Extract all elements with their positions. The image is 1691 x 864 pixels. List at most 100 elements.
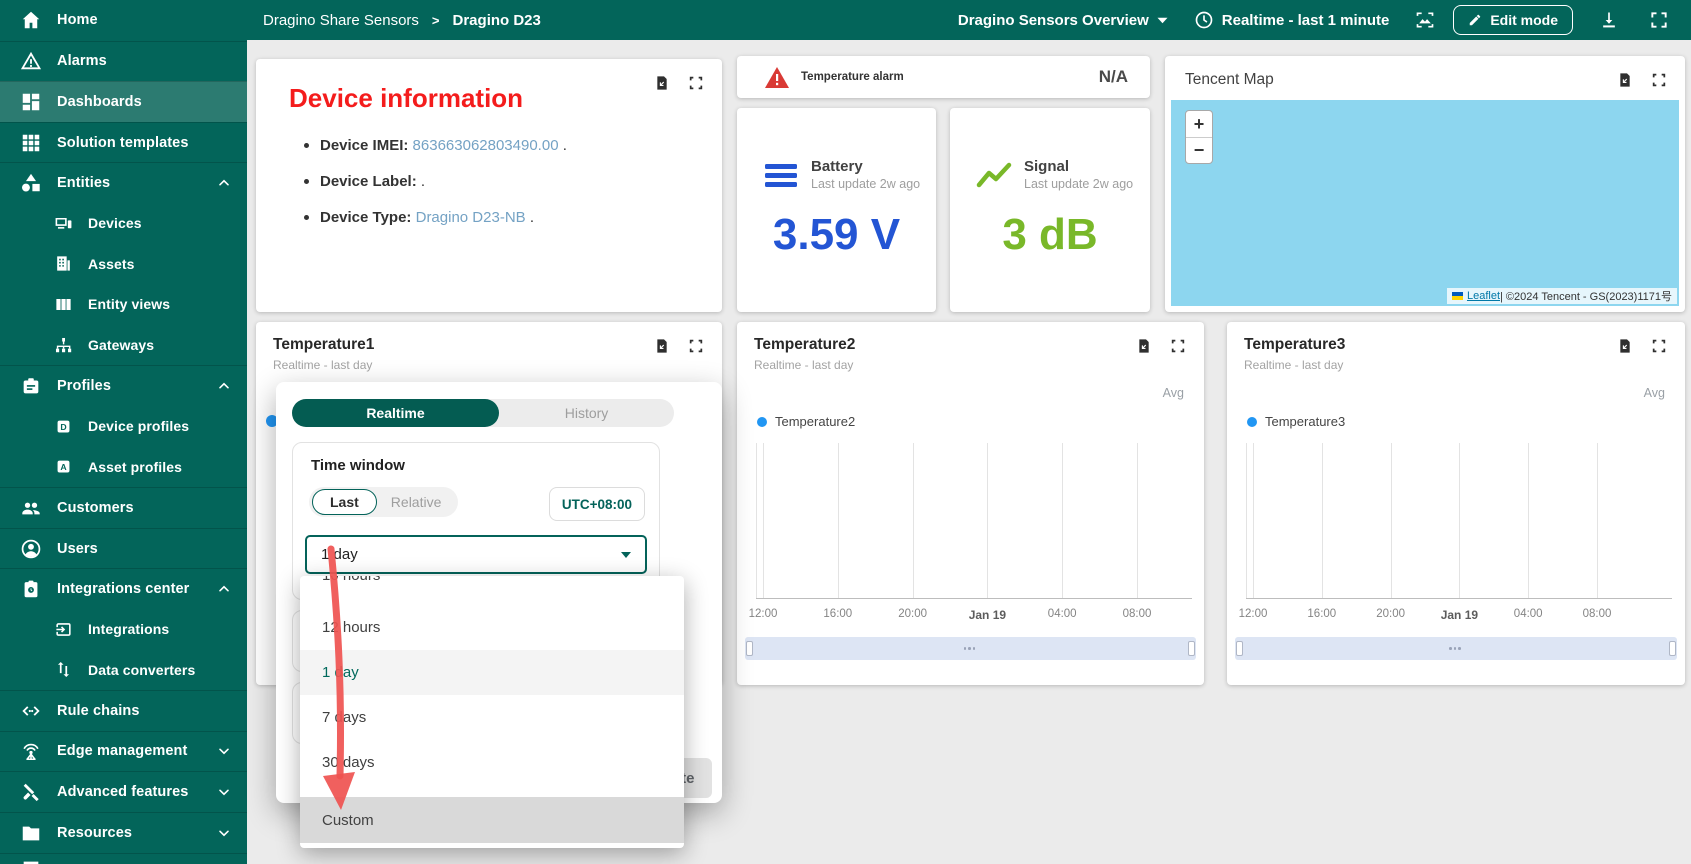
asset-profiles-icon: A [54, 457, 73, 476]
integrations-center-icon [20, 578, 42, 600]
device-imei-value[interactable]: 863663062803490.00 [413, 137, 559, 154]
interval-options-panel: 10 hours12 hours1 day7 days30 days Custom [300, 576, 684, 848]
sidebar-item-data-converters[interactable]: Data converters [0, 650, 247, 691]
expand-widget-icon[interactable] [688, 338, 704, 354]
device-type-value[interactable]: Dragino D23-NB [416, 209, 526, 226]
sidebar-item-resources[interactable]: Resources [0, 812, 247, 853]
zoom-out-button[interactable]: − [1186, 137, 1212, 163]
sidebar-item-label: Entities [57, 175, 110, 191]
timewindow-indicator[interactable]: Realtime - last 1 minute [1194, 10, 1390, 30]
range-handle-right[interactable] [1669, 641, 1676, 656]
x-axis-tick: 08:00 [1107, 608, 1167, 620]
sidebar-item-entities[interactable]: Entities [0, 162, 247, 203]
sidebar-item-edge-management[interactable]: Edge management [0, 731, 247, 772]
sidebar-item-label: Gateways [88, 337, 154, 353]
sidebar-item-solution-templates[interactable]: Solution templates [0, 122, 247, 163]
image-gallery-icon[interactable] [1415, 10, 1435, 30]
range-handle-right[interactable] [1188, 641, 1195, 656]
assets-icon [54, 254, 73, 273]
alarms-icon [20, 50, 42, 72]
option-12-hours[interactable]: 12 hours [300, 605, 684, 650]
chevron-up-icon [216, 581, 232, 597]
option-10-hours[interactable]: 10 hours [300, 576, 684, 605]
sidebar-item-rule-chains[interactable]: Rule chains [0, 690, 247, 731]
option-7-days[interactable]: 7 days [300, 695, 684, 740]
sidebar-item-customers[interactable]: Customers [0, 487, 247, 528]
customers-icon [20, 497, 42, 519]
temp2-range-selector[interactable] [745, 637, 1196, 660]
select-caret-icon [621, 552, 631, 558]
chevron-down-icon [1157, 17, 1168, 24]
signal-card: Signal Last update 2w ago 3 dB [950, 108, 1150, 312]
sidebar-item-label: Profiles [57, 378, 111, 394]
ukraine-flag-icon [1452, 292, 1463, 300]
sidebar-item-alarms[interactable]: Alarms [0, 41, 247, 82]
range-grip[interactable] [964, 647, 978, 650]
zoom-in-button[interactable]: + [1186, 111, 1212, 137]
sidebar-item-profiles[interactable]: Profiles [0, 365, 247, 406]
timezone-button[interactable]: UTC+08:00 [549, 487, 645, 521]
profiles-icon [20, 375, 42, 397]
map-canvas[interactable]: + − Leaflet | ©2024 Tencent - GS(2023)11… [1171, 100, 1679, 306]
leaflet-link[interactable]: Leaflet [1467, 290, 1500, 302]
option-30-days[interactable]: 30 days [300, 740, 684, 785]
battery-subtitle: Last update 2w ago [811, 177, 920, 191]
expand-widget-icon[interactable] [1651, 72, 1667, 88]
sidebar-item-dashboards[interactable]: Dashboards [0, 81, 247, 122]
export-widget-icon[interactable] [1617, 72, 1633, 88]
range-handle-left[interactable] [746, 641, 753, 656]
device-type-row: Device Type: Dragino D23-NB . [304, 208, 722, 227]
interval-select[interactable]: 1 day [305, 535, 647, 574]
solution-templates-icon [20, 132, 42, 154]
sidebar-item-label: Alarms [57, 53, 107, 69]
sidebar-item-users[interactable]: Users [0, 528, 247, 569]
export-widget-icon[interactable] [654, 75, 670, 91]
toggle-last[interactable]: Last [312, 489, 377, 515]
chevron-down-icon [216, 825, 232, 841]
x-axis-line [756, 598, 1192, 599]
alarm-warning-icon [765, 67, 789, 88]
battery-value: 3.59 V [737, 210, 936, 260]
breadcrumb-parent[interactable]: Dragino Share Sensors [263, 12, 419, 29]
toggle-relative[interactable]: Relative [377, 494, 456, 510]
range-handle-left[interactable] [1236, 641, 1243, 656]
temp3-plot[interactable]: 12:0016:0020:00Jan 1904:0008:00 [1227, 322, 1685, 685]
data-converters-icon [54, 660, 73, 679]
edit-mode-button[interactable]: Edit mode [1453, 5, 1573, 35]
sidebar-item-partial[interactable] [0, 853, 247, 864]
tab-history[interactable]: History [499, 399, 674, 427]
x-axis-line [1246, 598, 1672, 599]
sidebar-item-asset-profiles[interactable]: A Asset profiles [0, 447, 247, 488]
sidebar-item-devices[interactable]: Devices [0, 203, 247, 244]
battery-card: Battery Last update 2w ago 3.59 V [737, 108, 936, 312]
sidebar-item-integrations-center[interactable]: Integrations center [0, 568, 247, 609]
sidebar-item-gateways[interactable]: Gateways [0, 325, 247, 366]
alarm-label: Temperature alarm [801, 71, 904, 83]
dashboards-icon [20, 91, 42, 113]
sidebar-item-assets[interactable]: Assets [0, 244, 247, 285]
temp3-range-selector[interactable] [1235, 637, 1677, 660]
sidebar-item-advanced-features[interactable]: Advanced features [0, 771, 247, 812]
gridline [1322, 443, 1323, 598]
option-1-day[interactable]: 1 day [300, 650, 684, 695]
gridline [1391, 443, 1392, 598]
option-custom[interactable]: Custom [300, 797, 684, 843]
dashboard-select[interactable]: Dragino Sensors Overview [958, 12, 1168, 29]
sidebar: Home Alarms Dashboards Solution template… [0, 0, 247, 864]
temp2-plot[interactable]: 12:0016:0020:00Jan 1904:0008:00 [737, 322, 1204, 685]
export-widget-icon[interactable] [654, 338, 670, 354]
fullscreen-icon[interactable] [1649, 10, 1669, 30]
download-icon[interactable] [1599, 10, 1619, 30]
sidebar-item-label: Resources [57, 825, 132, 841]
x-axis-tick: 16:00 [1292, 608, 1352, 620]
sidebar-item-entity-views[interactable]: Entity views [0, 284, 247, 325]
tab-realtime[interactable]: Realtime [292, 399, 499, 427]
expand-widget-icon[interactable] [688, 75, 704, 91]
sidebar-item-home[interactable]: Home [0, 0, 247, 41]
signal-subtitle: Last update 2w ago [1024, 177, 1133, 191]
x-axis-tick: 04:00 [1032, 608, 1092, 620]
sidebar-item-device-profiles[interactable]: D Device profiles [0, 406, 247, 447]
range-grip[interactable] [1449, 647, 1463, 650]
sidebar-item-integrations[interactable]: Integrations [0, 609, 247, 650]
integrations-icon [54, 620, 73, 639]
